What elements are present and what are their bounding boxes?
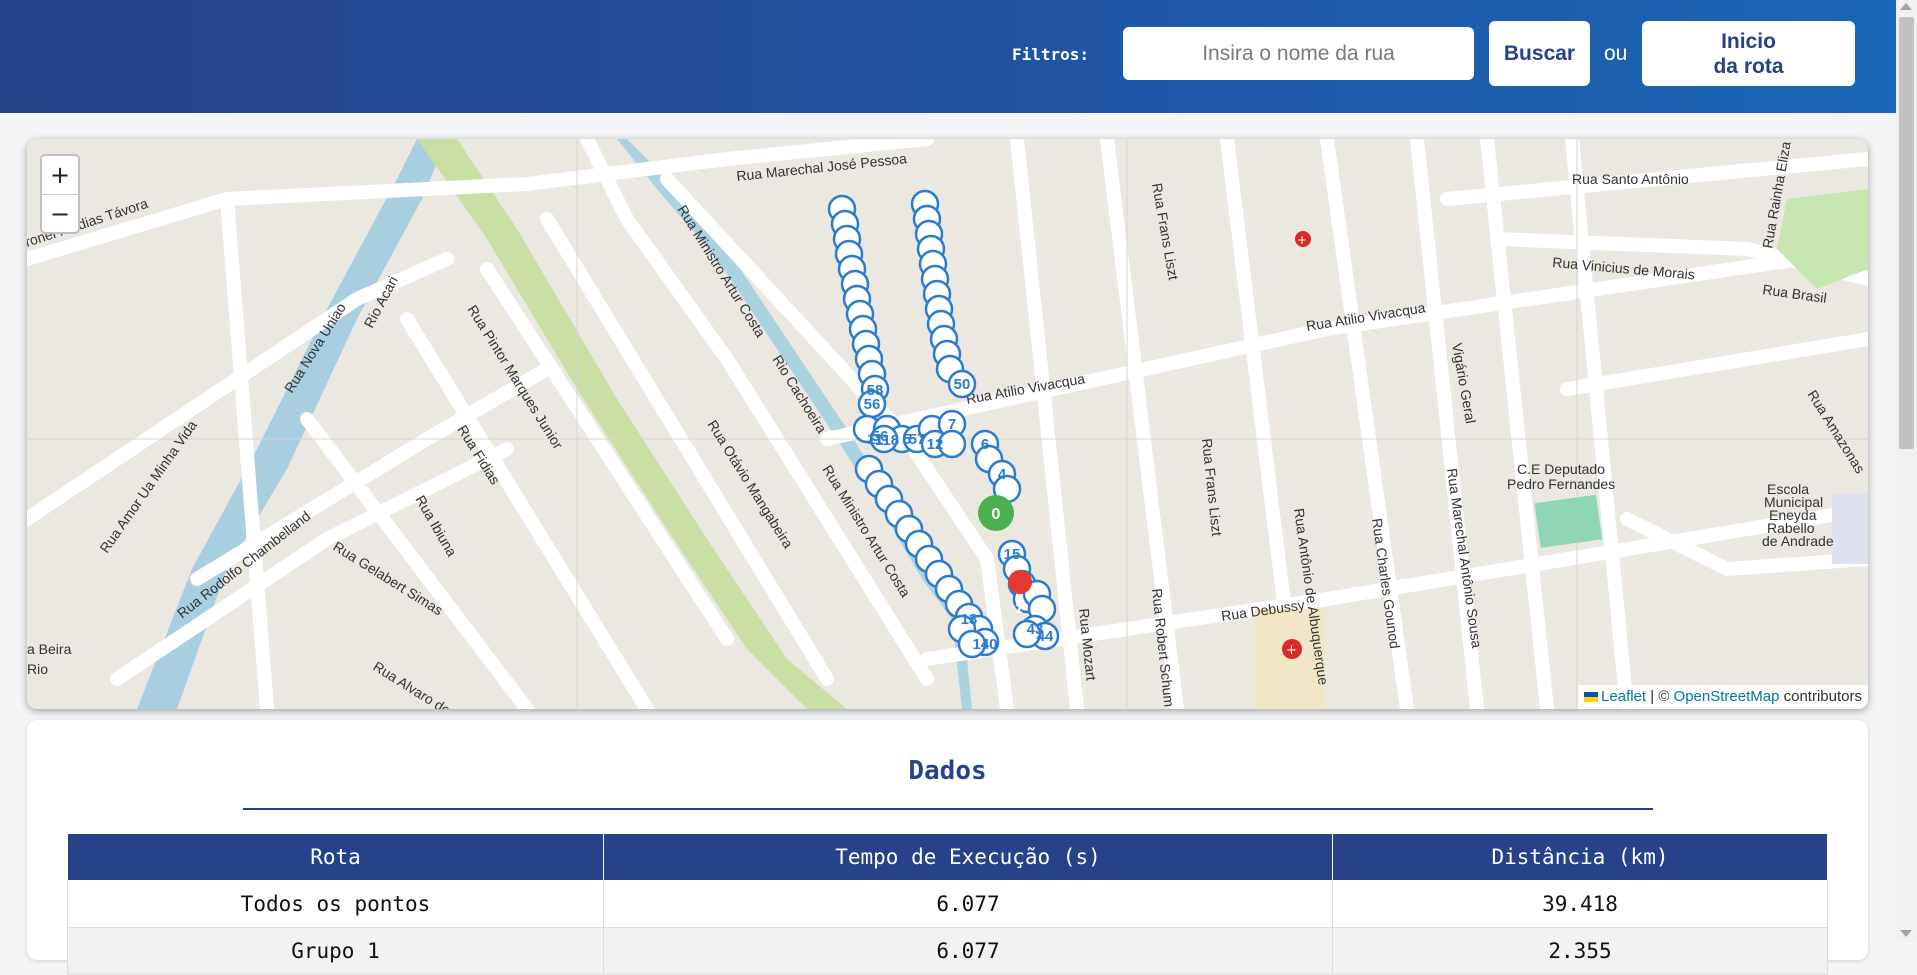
map-tiles: + + Rua Marechal José Pessoa Rua Santo A…: [27, 139, 1868, 709]
attribution-separator: | ©: [1646, 688, 1674, 705]
svg-text:5: 5: [903, 431, 911, 448]
openstreetmap-link[interactable]: OpenStreetMap: [1674, 688, 1780, 705]
cell-exec-time: 6.077: [603, 927, 1333, 975]
svg-text:140: 140: [972, 636, 997, 653]
svg-text:13: 13: [961, 611, 978, 628]
data-panel-title: Dados: [908, 756, 987, 786]
route-data-table: Rota Tempo de Execução (s) Distância (km…: [67, 833, 1828, 975]
search-button[interactable]: Buscar: [1489, 21, 1590, 86]
svg-text:0: 0: [992, 506, 1001, 523]
svg-text:44: 44: [1037, 628, 1054, 645]
column-header-distance: Distância (km): [1332, 833, 1828, 881]
route-map[interactable]: + + Rua Marechal José Pessoa Rua Santo A…: [27, 139, 1868, 709]
table-row: Todos os pontos 6.077 39.418: [67, 880, 1828, 928]
svg-text:15: 15: [1004, 546, 1021, 563]
svg-text:a Beira: a Beira: [27, 641, 72, 657]
scrollbar-thumb[interactable]: [1899, 17, 1914, 449]
svg-text:4: 4: [998, 466, 1007, 483]
svg-text:Rua Santo Antônio: Rua Santo Antônio: [1572, 171, 1689, 187]
svg-text:118: 118: [875, 432, 899, 449]
svg-text:+: +: [1286, 643, 1297, 658]
scroll-up-arrow-icon[interactable]: [1900, 3, 1912, 10]
svg-text:de Andrade: de Andrade: [1762, 533, 1834, 549]
cell-distance: 2.355: [1332, 927, 1828, 975]
street-search-input[interactable]: [1123, 27, 1474, 80]
svg-text:Rio: Rio: [27, 661, 48, 677]
svg-text:1: 1: [1015, 600, 1023, 616]
data-panel: Dados Rota Tempo de Execução (s) Distânc…: [27, 720, 1868, 975]
column-header-exec-time: Tempo de Execução (s): [603, 833, 1333, 881]
cell-exec-time: 6.077: [603, 880, 1333, 928]
svg-text:56: 56: [864, 396, 881, 413]
zoom-out-button[interactable]: −: [42, 195, 78, 233]
scroll-down-arrow-icon[interactable]: [1900, 930, 1912, 937]
svg-text:12: 12: [927, 436, 944, 453]
or-label: ou: [1604, 42, 1628, 65]
svg-text:7: 7: [948, 416, 956, 433]
zoom-control: + −: [40, 154, 80, 234]
column-header-route: Rota: [67, 833, 604, 881]
ukraine-flag-icon: [1584, 692, 1599, 703]
cell-distance: 39.418: [1332, 880, 1828, 928]
table-row: Grupo 1 6.077 2.355: [67, 927, 1828, 975]
cell-route: Todos os pontos: [67, 880, 604, 928]
svg-text:+: +: [1297, 233, 1307, 247]
cell-route: Grupo 1: [67, 927, 604, 975]
svg-text:50: 50: [954, 376, 971, 393]
title-divider: [243, 808, 1653, 810]
route-start-button[interactable]: Inicio da rota: [1642, 21, 1855, 86]
map-attribution: Leaflet | © OpenStreetMap contributors: [1578, 685, 1868, 709]
table-header-row: Rota Tempo de Execução (s) Distância (km…: [67, 833, 1828, 881]
svg-text:Pedro Fernandes: Pedro Fernandes: [1507, 476, 1615, 492]
svg-text:C.E Deputado: C.E Deputado: [1517, 461, 1605, 477]
filters-label: Filtros:: [1012, 45, 1090, 64]
zoom-in-button[interactable]: +: [42, 156, 78, 195]
leaflet-link[interactable]: Leaflet: [1601, 688, 1646, 705]
attribution-suffix: contributors: [1779, 688, 1862, 705]
top-header: Filtros: Buscar ou Inicio da rota: [0, 0, 1917, 113]
svg-text:6: 6: [981, 436, 989, 453]
